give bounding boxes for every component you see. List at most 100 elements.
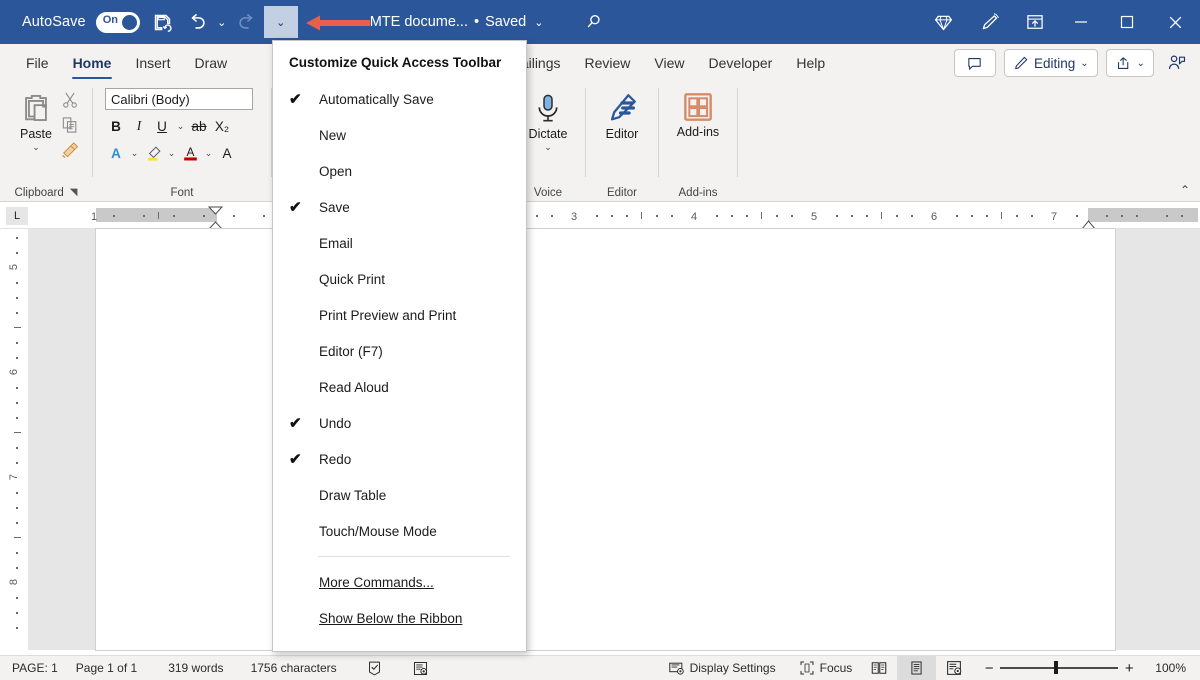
- autosave-toggle[interactable]: On: [96, 12, 140, 33]
- share-button[interactable]: ⌄: [1106, 49, 1154, 77]
- microphone-icon: [532, 91, 564, 125]
- font-color-button[interactable]: A: [179, 142, 201, 164]
- editor-button[interactable]: Editor: [594, 88, 650, 141]
- close-button[interactable]: [1150, 0, 1200, 44]
- copilot-button[interactable]: [920, 0, 966, 44]
- menu-item-print-preview-and-print[interactable]: Print Preview and Print: [273, 297, 526, 333]
- tab-home[interactable]: Home: [61, 45, 124, 81]
- document-page[interactable]: [96, 229, 1115, 650]
- undo-button[interactable]: [180, 6, 214, 38]
- zoom-track[interactable]: [1000, 667, 1118, 669]
- print-layout-button[interactable]: [897, 656, 936, 680]
- font-style-row: B I U ⌄ ab X₂: [105, 115, 233, 137]
- text-effects-dropdown-button[interactable]: ⌄: [128, 142, 141, 164]
- page-indicator[interactable]: PAGE: 1: [0, 656, 67, 680]
- zoom-handle[interactable]: [1054, 661, 1058, 674]
- cut-button[interactable]: [60, 90, 80, 113]
- font-color-icon: A: [181, 144, 200, 163]
- undo-dropdown-button[interactable]: ⌄: [214, 6, 230, 38]
- editing-mode-button[interactable]: Editing ⌄: [1004, 49, 1098, 77]
- copy-button[interactable]: [60, 115, 80, 138]
- tab-developer[interactable]: Developer: [697, 45, 785, 81]
- title-bar: AutoSave On ⌄ ⌄ MTE docume... • Saved ⌄: [0, 0, 1200, 44]
- minimize-button[interactable]: [1058, 0, 1104, 44]
- zoom-level-label[interactable]: 100%: [1146, 656, 1200, 680]
- add-ins-button[interactable]: Add-ins: [670, 88, 726, 139]
- document-canvas[interactable]: [28, 229, 1200, 650]
- menu-item-show-below-the-ribbon[interactable]: Show Below the Ribbon: [273, 600, 526, 636]
- menu-item-quick-print[interactable]: Quick Print: [273, 261, 526, 297]
- vertical-ruler[interactable]: 5 6 7 8: [6, 229, 28, 650]
- svg-text:7: 7: [8, 474, 20, 480]
- dictate-button[interactable]: Dictate ⌄: [520, 88, 576, 152]
- zoom-slider[interactable]: − +: [972, 660, 1146, 677]
- display-settings-button[interactable]: Display Settings: [659, 656, 785, 680]
- pen-highlighter-icon: [979, 12, 1000, 33]
- menu-item-email[interactable]: Email: [273, 225, 526, 261]
- underline-button[interactable]: U: [151, 115, 173, 137]
- menu-item-editor-f7[interactable]: Editor (F7): [273, 333, 526, 369]
- chevron-down-icon: ⌄: [32, 143, 40, 152]
- focus-button[interactable]: Focus: [785, 656, 862, 680]
- text-highlight-dropdown-button[interactable]: ⌄: [165, 142, 178, 164]
- menu-item-draw-table[interactable]: Draw Table: [273, 477, 526, 513]
- accessibility-button[interactable]: [392, 656, 438, 680]
- document-title[interactable]: MTE docume...: [370, 14, 468, 30]
- clear-formatting-button[interactable]: A: [216, 142, 238, 164]
- zoom-in-button[interactable]: +: [1118, 660, 1140, 677]
- font-name-input[interactable]: Calibri (Body): [105, 88, 253, 110]
- menu-item-save[interactable]: ✔ Save: [273, 189, 526, 225]
- menu-item-undo[interactable]: ✔ Undo: [273, 405, 526, 441]
- font-color-dropdown-button[interactable]: ⌄: [202, 142, 215, 164]
- paste-button[interactable]: Paste ⌄: [12, 88, 60, 152]
- search-button[interactable]: [577, 6, 611, 38]
- redo-button[interactable]: [230, 6, 264, 38]
- share-people-button[interactable]: [1162, 49, 1192, 77]
- focus-icon: [799, 660, 815, 676]
- bold-button[interactable]: B: [105, 115, 127, 137]
- maximize-button[interactable]: [1104, 0, 1150, 44]
- ribbon-display-options-button[interactable]: [1012, 0, 1058, 44]
- text-effects-button[interactable]: A: [105, 142, 127, 164]
- character-count[interactable]: 1756 characters: [233, 656, 346, 680]
- tab-file[interactable]: File: [14, 45, 61, 81]
- comments-button[interactable]: [954, 49, 996, 77]
- tab-selector-button[interactable]: L: [6, 207, 28, 225]
- clipboard-dialog-launcher[interactable]: ◥: [70, 184, 78, 202]
- strikethrough-button[interactable]: ab: [188, 115, 210, 137]
- menu-item-read-aloud[interactable]: Read Aloud: [273, 369, 526, 405]
- menu-item-new[interactable]: New: [273, 117, 526, 153]
- tab-help[interactable]: Help: [784, 45, 837, 81]
- horizontal-ruler[interactable]: 1 3 4 5 6 7: [0, 203, 1200, 229]
- menu-item-redo[interactable]: ✔ Redo: [273, 441, 526, 477]
- collapse-ribbon-button[interactable]: ⌃: [1180, 183, 1200, 201]
- menu-item-touch-mouse-mode[interactable]: Touch/Mouse Mode: [273, 513, 526, 549]
- customize-quick-access-toolbar-menu[interactable]: Customize Quick Access Toolbar ✔ Automat…: [272, 40, 527, 652]
- page-count[interactable]: Page 1 of 1: [67, 656, 146, 680]
- save-to-cloud-button[interactable]: [146, 6, 180, 38]
- menu-item-more-commands[interactable]: More Commands...: [273, 564, 526, 600]
- web-layout-button[interactable]: [936, 656, 972, 680]
- italic-button[interactable]: I: [128, 115, 150, 137]
- text-highlight-button[interactable]: [142, 142, 164, 164]
- menu-item-open[interactable]: Open: [273, 153, 526, 189]
- subscript-button[interactable]: X₂: [211, 115, 233, 137]
- customize-quick-access-toolbar-button[interactable]: ⌄: [264, 6, 298, 38]
- underline-dropdown-button[interactable]: ⌄: [174, 115, 187, 137]
- tab-review[interactable]: Review: [573, 45, 643, 81]
- menu-item-automatically-save[interactable]: ✔ Automatically Save: [273, 81, 526, 117]
- ribbon-right-actions: Editing ⌄ ⌄: [954, 49, 1200, 77]
- title-dropdown-chevron-icon[interactable]: ⌄: [534, 16, 543, 29]
- format-painter-button[interactable]: [60, 140, 80, 163]
- tab-insert[interactable]: Insert: [123, 45, 182, 81]
- comment-icon: [966, 55, 983, 72]
- pen-highlighter-button[interactable]: [966, 0, 1012, 44]
- copy-icon: [60, 115, 80, 135]
- tab-view[interactable]: View: [642, 45, 696, 81]
- spelling-check-button[interactable]: [346, 656, 392, 680]
- tab-draw[interactable]: Draw: [182, 45, 239, 81]
- word-count[interactable]: 319 words: [146, 656, 232, 680]
- read-mode-button[interactable]: [861, 656, 897, 680]
- vertical-ruler-marks: 5 6 7 8: [6, 229, 28, 650]
- zoom-out-button[interactable]: −: [978, 660, 1000, 677]
